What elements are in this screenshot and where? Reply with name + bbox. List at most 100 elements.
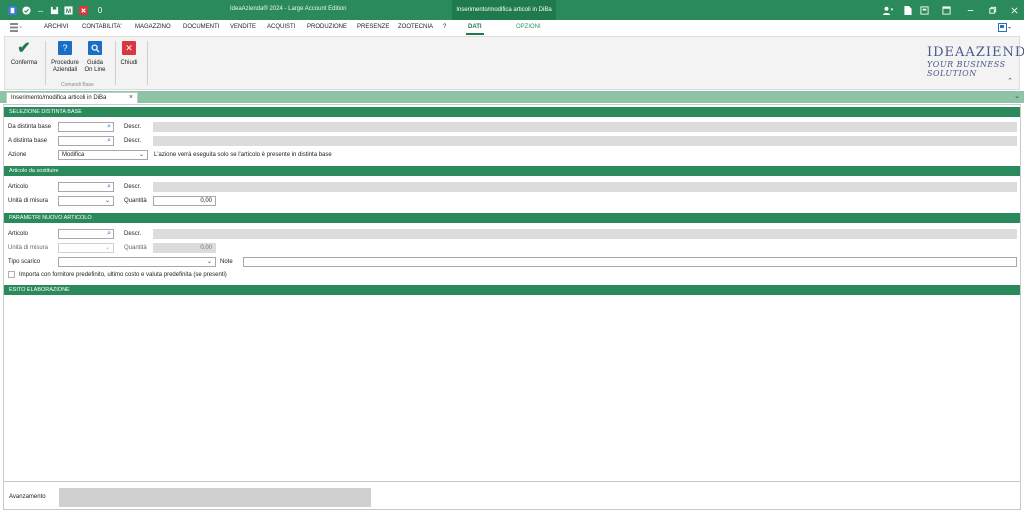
confirm-button[interactable]: ✔ Conferma: [8, 39, 40, 67]
menu-acquisti[interactable]: ACQUISTI: [267, 24, 295, 30]
menu-documenti[interactable]: DOCUMENTI: [183, 24, 219, 30]
check-icon[interactable]: [20, 4, 32, 16]
tipo-scarico-select[interactable]: ⌄: [58, 257, 216, 267]
layout-icon[interactable]: [940, 4, 952, 16]
app-icon: [6, 4, 18, 16]
close-label: Chiudi: [120, 60, 138, 66]
ribbon: ✔ Conferma ? Procedure Aziendali Guida O…: [4, 36, 1024, 90]
svg-text:M: M: [65, 8, 70, 15]
section-parametri-header: PARAMETRI NUOVO ARTICOLO: [4, 213, 1020, 223]
app-title: IdeaAzienda® 2024 - Large Account Editio…: [230, 6, 347, 12]
da-distinta-descr-field: [153, 122, 1017, 132]
chevron-down-icon: ⌄: [104, 245, 110, 251]
minimize-icon[interactable]: [964, 4, 976, 16]
azione-label: Azione: [8, 152, 27, 158]
unita-misura-label: Unità di misura: [8, 198, 49, 204]
quantita-label: Quantità: [124, 198, 147, 204]
articolo-label: Articolo: [8, 184, 29, 190]
a-distinta-descr-field: [153, 136, 1017, 146]
collapse-ribbon-icon[interactable]: ⌃: [1007, 77, 1013, 85]
guide-label-2: On Line: [84, 67, 106, 73]
descr-label: Descr.: [124, 184, 142, 190]
nuovo-articolo-input[interactable]: ⌕: [58, 229, 114, 239]
ribbon-separator: [147, 41, 148, 85]
quantita-label: Quantità: [124, 245, 147, 251]
descr-label: Descr.: [124, 124, 142, 130]
save-icon[interactable]: [48, 4, 60, 16]
importa-label: Importa con fornitore predefinito, ultim…: [19, 272, 227, 278]
document-tab-strip: Inserimento/modifica articoli in DiBa × …: [0, 91, 1024, 103]
chevron-down-icon[interactable]: ⌄: [207, 258, 212, 265]
a-distinta-input[interactable]: ⌕: [58, 136, 114, 146]
close-button[interactable]: ✕ Chiudi: [113, 41, 145, 67]
unita-misura-select[interactable]: ⌄: [58, 196, 114, 206]
articolo-sostituire-input[interactable]: ⌕: [58, 182, 114, 192]
da-distinta-input[interactable]: ⌕: [58, 122, 114, 132]
quick-menu-icon[interactable]: [10, 23, 22, 34]
search-icon[interactable]: ⌕: [107, 137, 111, 145]
avanzamento-label: Avanzamento: [9, 494, 46, 500]
unita-misura-label: Unità di misura: [8, 245, 49, 251]
user-dropdown-icon[interactable]: ▾: [888, 4, 896, 16]
quick-access-counter: 0: [97, 5, 103, 15]
search-icon[interactable]: ⌕: [107, 123, 111, 131]
checkmark-icon: ✔: [17, 39, 31, 57]
main-panel: SELEZIONE DISTINTA BASE Da distinta base…: [3, 104, 1021, 510]
menu-dati[interactable]: DATI: [468, 24, 482, 30]
online-guide-button[interactable]: Guida On Line: [79, 41, 111, 74]
menu-produzione[interactable]: PRODUZIONE: [307, 24, 347, 30]
mail-icon[interactable]: M: [62, 4, 74, 16]
note-input[interactable]: [243, 257, 1017, 267]
panel-icon[interactable]: [918, 4, 930, 16]
close-doc-icon[interactable]: [77, 4, 89, 16]
esito-output-area: [4, 295, 1020, 480]
active-tab-underline: [466, 33, 484, 35]
nuovo-articolo-descr-field: [153, 229, 1017, 239]
nuovo-quantita-field: 0,00: [153, 243, 216, 253]
close-tab-icon[interactable]: ×: [129, 94, 133, 101]
procedures-button[interactable]: ? Procedure Aziendali: [49, 41, 81, 74]
section-articolo-sostituire-header: Articolo da sostituire: [4, 166, 1020, 176]
menu-vendite[interactable]: VENDITE: [230, 24, 256, 30]
importa-checkbox[interactable]: [8, 271, 15, 278]
da-distinta-label: Da distinta base: [8, 124, 52, 130]
menu-contabilita[interactable]: CONTABILITA': [82, 24, 122, 30]
search-help-icon: [88, 41, 102, 55]
azione-note: L'azione verrà eseguita solo se l'artico…: [154, 152, 332, 158]
procedures-label-1: Procedure: [51, 60, 79, 66]
undo-icon[interactable]: [34, 4, 46, 16]
menu-opzioni[interactable]: OPZIONI: [516, 24, 541, 30]
chevron-down-icon[interactable]: ⌄: [105, 197, 110, 204]
confirm-label: Conferma: [10, 60, 38, 66]
ribbon-group-label: Comandi Base: [61, 82, 94, 88]
section-selezione-header: SELEZIONE DISTINTA BASE: [4, 107, 1020, 117]
tab-list-dropdown-icon[interactable]: ⌄: [1014, 92, 1020, 100]
close-window-icon[interactable]: [1008, 4, 1020, 16]
question-icon: ?: [58, 41, 72, 55]
document-icon[interactable]: [902, 4, 914, 16]
azione-select[interactable]: Modifica ⌄: [58, 150, 148, 160]
menu-zootecnia[interactable]: ZOOTECNIA: [398, 24, 433, 30]
ribbon-options-icon[interactable]: [998, 23, 1012, 35]
menu-help[interactable]: ?: [443, 24, 446, 30]
menu-magazzino[interactable]: MAGAZZINO: [135, 24, 171, 30]
search-icon[interactable]: ⌕: [107, 230, 111, 238]
quantita-input[interactable]: 0,00: [153, 196, 216, 206]
chevron-down-icon[interactable]: ⌄: [139, 151, 144, 158]
descr-label: Descr.: [124, 138, 142, 144]
footer-divider: [4, 481, 1020, 482]
restore-icon[interactable]: [986, 4, 998, 16]
procedures-label-2: Aziendali: [52, 67, 78, 73]
articolo-label: Articolo: [8, 231, 29, 237]
menu-presenze[interactable]: PRESENZE: [357, 24, 389, 30]
document-tab[interactable]: Inserimento/modifica articoli in DiBa ×: [6, 92, 138, 103]
search-icon[interactable]: ⌕: [107, 183, 111, 191]
articolo-sostituire-descr-field: [153, 182, 1017, 192]
menu-archivi[interactable]: ARCHIVI: [44, 24, 68, 30]
descr-label: Descr.: [124, 231, 142, 237]
tipo-scarico-label: Tipo scarico: [8, 259, 41, 265]
section-esito-header: ESITO ELABORAZIONE: [4, 285, 1020, 295]
context-tab[interactable]: Inserimento/modifica articoli in DiBa: [452, 0, 556, 20]
ideaazienda-logo: IDEAAZIENDA YOUR BUSINESS SOLUTION: [927, 45, 1024, 78]
title-bar: M 0 IdeaAzienda® 2024 - Large Account Ed…: [0, 0, 1024, 20]
